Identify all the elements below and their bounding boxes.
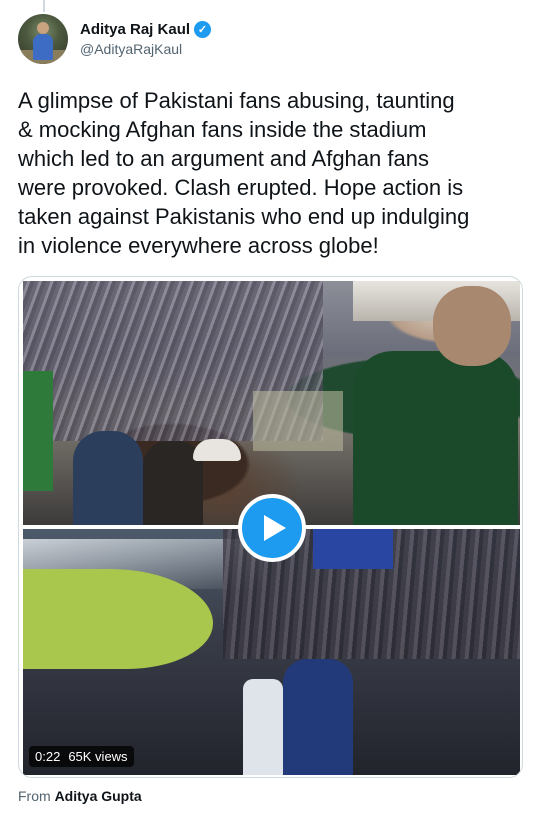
blue-banner [313, 529, 393, 569]
video-views: 65K views [68, 749, 128, 764]
source-prefix: From [18, 788, 51, 804]
play-icon [264, 515, 286, 541]
video-source: From Aditya Gupta [18, 788, 142, 804]
video-frame-bottom [23, 529, 520, 775]
video-stats-badge: 0:22 65K views [29, 746, 134, 767]
display-name[interactable]: Aditya Raj Kaul [80, 21, 190, 38]
tweet-text-line: in violence everywhere across globe! [18, 233, 379, 258]
white-cap [193, 439, 241, 461]
verified-badge-icon: ✓ [194, 21, 212, 38]
user-handle[interactable]: @AdityaRajKaul [80, 41, 211, 57]
tweet-text-line: which led to an argument and Afghan fans [18, 146, 429, 171]
green-flag [23, 371, 53, 491]
green-jersey-fan [353, 351, 518, 525]
field-glimpse [253, 391, 343, 451]
fan-face [433, 286, 511, 366]
tweet-header: Aditya Raj Kaul ✓ @AdityaRajKaul [18, 14, 212, 64]
blue-shirt-fan [283, 659, 353, 775]
thread-connector-line [43, 0, 45, 12]
tweet-text-line: A glimpse of Pakistani fans abusing, tau… [18, 88, 455, 113]
author-names: Aditya Raj Kaul ✓ @AdityaRajKaul [80, 21, 212, 57]
tweet-text-line: were provoked. Clash erupted. Hope actio… [18, 175, 464, 200]
white-shirt-fan [243, 679, 283, 775]
avatar-figure-head [37, 22, 49, 34]
play-button[interactable] [238, 494, 306, 562]
avatar-figure-body [33, 34, 53, 60]
source-author[interactable]: Aditya Gupta [55, 788, 142, 804]
name-row: Aditya Raj Kaul ✓ [80, 21, 212, 38]
video-duration: 0:22 [35, 749, 61, 764]
tweet-text-line: taken against Pakistanis who end up indu… [18, 204, 470, 229]
tweet-text-line: & mocking Afghan fans inside the stadium [18, 117, 427, 142]
tweet-text: A glimpse of Pakistani fans abusing, tau… [18, 86, 523, 260]
video-frame-top [23, 281, 520, 525]
fan-figure [73, 431, 143, 525]
video-player[interactable]: 0:22 65K views [18, 276, 523, 778]
avatar[interactable] [18, 14, 68, 64]
